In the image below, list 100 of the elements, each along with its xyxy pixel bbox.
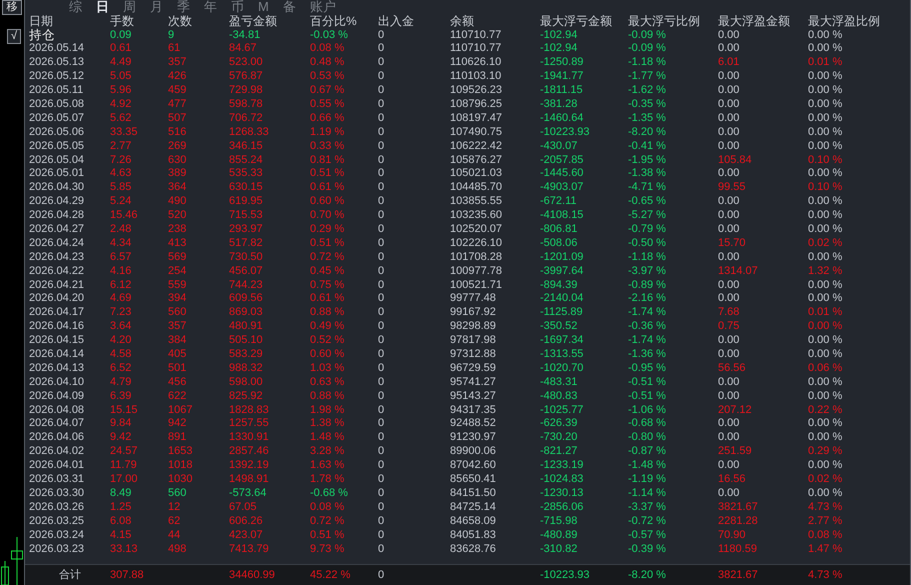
table-cell-text: 505.10 xyxy=(229,335,264,346)
table-cell-text: -1.95 % xyxy=(628,154,667,166)
table-cell-text: 3821.67 xyxy=(718,570,759,580)
table-cell-text: 0.00 xyxy=(718,43,740,54)
table-cell-text: -1.74 % xyxy=(628,335,667,346)
table-cell-text: 0.60 % xyxy=(310,349,346,360)
table-cell-text: 307.88 xyxy=(110,570,145,580)
table-cell-text: -1697.34 xyxy=(540,335,584,346)
column-header: 盈亏金额 xyxy=(229,15,278,27)
table-cell-text: 1.48 % xyxy=(310,432,346,444)
tab[interactable]: 季 xyxy=(175,0,192,14)
table-cell-text: 1330.91 xyxy=(229,432,270,444)
table-cell-text: 0.00 xyxy=(718,460,740,472)
table-cell-text: 62 xyxy=(168,516,182,527)
table-cell-text: 0.00 % xyxy=(808,99,844,110)
table-cell-text: 5.05 xyxy=(110,71,132,82)
table-cell-text: 24.57 xyxy=(110,446,139,458)
table-cell-text: -8.20 % xyxy=(628,570,667,580)
table-cell-text: 0.00 % xyxy=(808,335,844,346)
table-cell-text: 12 xyxy=(168,502,182,513)
table-cell-text: 84.67 xyxy=(229,43,258,54)
tab[interactable]: 月 xyxy=(148,0,165,14)
table-cell-text: 346.15 xyxy=(229,140,264,152)
table-cell-text: -0.80 % xyxy=(628,432,667,444)
tab[interactable]: 币 xyxy=(229,0,246,14)
date-cell-text: 2026.04.10 xyxy=(29,376,86,388)
date-cell-text: 2026.04.27 xyxy=(29,224,86,236)
table-cell-text: 560 xyxy=(168,488,188,499)
table-cell-text: -480.83 xyxy=(540,390,578,402)
table-cell-text: 33.35 xyxy=(110,126,139,138)
date-cell-text: 2026.04.21 xyxy=(29,280,86,291)
date-cell-text: 2026.04.20 xyxy=(29,293,86,304)
table-cell-text: -1.77 % xyxy=(628,71,667,82)
check-button[interactable]: √ xyxy=(7,29,21,44)
table-cell-text: 0 xyxy=(378,252,386,263)
table-cell-text: 0.10 % xyxy=(808,154,844,166)
table-cell-text: 0.00 % xyxy=(808,432,844,444)
table-cell-text: -1.38 % xyxy=(628,168,667,180)
table-cell-text: 0.00 xyxy=(718,488,740,499)
date-cell-text: 2026.05.07 xyxy=(29,112,86,124)
table-cell-text: 988.32 xyxy=(229,362,264,374)
table-cell-text: 0.51 % xyxy=(310,168,346,180)
table-cell-text: -1.35 % xyxy=(628,112,667,124)
tab[interactable]: 备 xyxy=(280,0,298,14)
date-cell-text: 2026.03.25 xyxy=(29,516,86,527)
table-cell-text: 0 xyxy=(378,57,386,68)
table-cell-text: 0 xyxy=(378,238,386,249)
table-cell-text: 0.45 % xyxy=(310,266,346,277)
table-cell-text: 730.50 xyxy=(229,252,264,263)
date-cell-text: 2026.05.04 xyxy=(29,154,86,166)
table-cell-text: 0.00 xyxy=(718,349,740,360)
row-label: 合计 xyxy=(58,570,82,580)
table-cell-text: 0 xyxy=(378,224,386,236)
table-cell-text: -4903.07 xyxy=(540,182,584,194)
table-cell-text: 3.28 % xyxy=(310,446,346,458)
table-cell-text: 7.26 xyxy=(110,154,132,166)
table-cell-text: 517.82 xyxy=(229,238,264,249)
table-cell-text: 0.00 xyxy=(718,224,740,236)
table-cell-text: 426 xyxy=(168,71,188,82)
table-cell-text: 0.00 xyxy=(718,112,740,124)
table-cell-text: -0.51 % xyxy=(628,390,667,402)
table-cell-text: 0.00 xyxy=(718,280,740,291)
move-button[interactable]: 移 xyxy=(2,0,22,15)
tab[interactable]: 账户 xyxy=(308,0,338,14)
table-cell-text: 0.00 xyxy=(718,376,740,388)
column-header: 最大浮盈比例 xyxy=(808,15,881,27)
table-cell-text: 4.49 xyxy=(110,57,132,68)
table-cell-text: -4108.15 xyxy=(540,210,584,222)
table-cell-text: 110710.77 xyxy=(450,43,502,54)
table-cell-text: 0.67 % xyxy=(310,85,346,96)
table-cell-text: 9 xyxy=(168,30,176,40)
table-cell-text: 622 xyxy=(168,390,188,402)
table-cell-text: -0.65 % xyxy=(628,196,667,208)
tab[interactable]: M xyxy=(256,0,271,14)
table-cell-text: 357 xyxy=(168,57,188,68)
table-cell-text: -350.52 xyxy=(540,321,578,332)
column-header: 手数 xyxy=(110,15,135,27)
table-cell-text: -0.09 % xyxy=(628,30,667,40)
date-cell-text: 2026.03.30 xyxy=(29,488,86,499)
table-cell-text: 942 xyxy=(168,418,188,430)
table-cell-text: 0.00 xyxy=(718,85,740,96)
table-cell-text: 17.00 xyxy=(110,474,139,486)
date-cell-text: 2026.04.14 xyxy=(29,349,86,360)
table-cell-text: 0.72 % xyxy=(310,516,346,527)
table-cell-text: 0.70 % xyxy=(310,210,346,222)
table-cell-text: 1498.91 xyxy=(229,474,270,486)
table-cell-text: 0 xyxy=(378,126,386,138)
table-cell-text: -102.94 xyxy=(540,30,578,40)
tab[interactable]: 日 xyxy=(94,0,111,14)
table-cell-text: 1067 xyxy=(168,404,194,416)
table-cell-text: -0.35 % xyxy=(628,99,667,110)
table-cell-text: -2057.85 xyxy=(540,154,584,166)
table-cell-text: 2.77 % xyxy=(808,516,844,527)
table-cell-text: 56.56 xyxy=(718,362,747,374)
tab[interactable]: 年 xyxy=(202,0,219,14)
tab[interactable]: 综 xyxy=(67,0,84,14)
tab[interactable]: 周 xyxy=(121,0,138,14)
table-cell-text: 0 xyxy=(378,321,386,332)
table-cell-text: 0.00 xyxy=(718,210,740,222)
table-cell-text: 1314.07 xyxy=(718,266,759,277)
